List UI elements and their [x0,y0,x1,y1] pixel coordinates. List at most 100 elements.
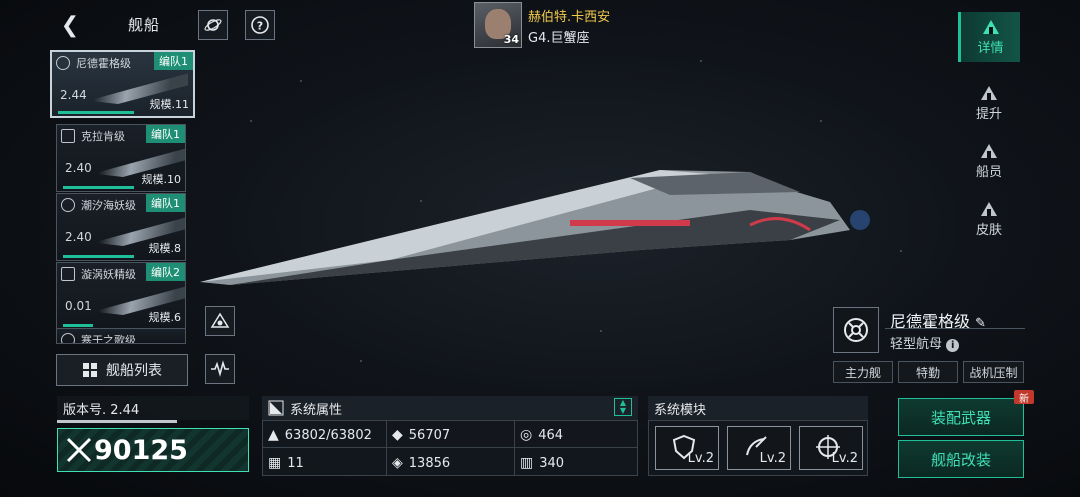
tab-label: 详情 [977,40,1004,56]
crosshair-icon [56,56,70,70]
svg-text:?: ? [257,20,263,33]
target-icon: ◈ [392,455,403,471]
attribute-item: ◎ 464 [520,422,563,448]
ship-list-label: 舰船列表 [106,363,162,379]
divider [263,447,637,448]
divider [386,421,387,475]
ship-card-scale: 规模.8 [148,242,182,255]
ship-card-progress [58,111,134,114]
ship-card-stat: 2.40 [65,161,92,175]
ship-card-progress [63,255,135,258]
tab-label: 皮肤 [975,222,1002,238]
attribute-item: ▥ 340 [520,450,564,476]
back-button[interactable]: ❮ [56,10,84,40]
attribute-value: 11 [287,455,304,471]
tab-details[interactable]: 详情 [958,12,1020,62]
armor-icon: ▲ [268,427,279,443]
page-title: 舰船 [128,16,161,34]
formation-button[interactable] [205,306,235,336]
ship-card[interactable]: 漩涡妖精级 编队2 0.01 规模.6 [56,262,186,330]
waveform-icon [211,360,229,377]
attribute-value: 63802/63802 [284,427,372,443]
upgrade-icon [981,85,997,100]
sort-toggle-button[interactable]: ▲ ▼ [614,398,632,416]
triangle-emblem-icon [210,312,230,328]
crosshair-emblem-icon [844,318,868,342]
equip-weapons-button[interactable]: 装配武器 [898,398,1024,436]
ship-card-stat: 2.44 [60,88,87,102]
skin-icon [981,201,997,216]
module-slot[interactable]: Lv.2 [799,426,863,470]
ship-modify-button[interactable]: 舰船改装 [898,440,1024,478]
info-icon[interactable]: i [946,339,960,352]
flame-icon [61,333,75,343]
ship-list-button[interactable]: 舰船列表 [56,354,188,386]
tab-label: 提升 [975,106,1002,122]
planet-button[interactable] [198,10,228,40]
combat-power: 90125 [57,428,249,472]
tab-skin[interactable]: 皮肤 [958,194,1020,244]
detail-icon [982,19,999,34]
attribute-item: ▲ 63802/63802 [268,422,372,448]
ship-card-name: 寒于之歌级 [81,334,136,344]
tab-label: 船员 [975,164,1002,180]
ship-card-stat: 2.40 [65,230,92,244]
ship-card-name: 克拉肯级 [81,130,125,143]
attributes-title: 系统属性 [290,402,343,418]
attribute-value: 464 [538,427,564,443]
commander-level: 34 [503,33,519,46]
module-level: Lv.2 [831,451,858,466]
flame-icon [61,198,75,212]
ship-render [200,170,870,285]
modules-header: 系统模块 [648,396,868,420]
module-slot[interactable]: Lv.2 [655,426,719,470]
new-badge: 新 [1014,390,1034,405]
ship-card-name: 尼德霍格级 [76,57,131,70]
attribute-value: 56707 [408,427,451,443]
help-button[interactable]: ? [245,10,275,40]
ship-card-scale: 规模.10 [141,173,182,186]
shield-icon: ◎ [520,427,533,443]
sort-icon: ▲ ▼ [619,398,627,415]
crosshair-icon [61,267,75,281]
crossed-swords-icon [66,437,92,463]
attributes-header: 系统属性 ▲ ▼ [262,396,638,420]
attribute-value: 13856 [408,455,451,471]
fleet-badge: 编队1 [146,125,185,143]
grid-icon [83,363,97,377]
module-slot[interactable]: Lv.2 [727,426,791,470]
firepower-icon: ◆ [392,427,403,443]
version-label: 版本号. 2.44 [57,396,249,420]
ship-card-name: 潮汐海妖级 [81,199,136,212]
fleet-badge: 编队1 [154,52,193,70]
attribute-value: 340 [539,455,565,471]
question-icon: ? [251,16,269,34]
wave-button[interactable] [205,354,235,384]
tab-crew[interactable]: 船员 [958,136,1020,186]
attribute-item: ◆ 56707 [392,422,450,448]
tag-main-ship: 主力舰 [833,361,893,383]
ship-card[interactable]: 寒于之歌级 [56,328,186,344]
module-level: Lv.2 [687,451,714,466]
ship-card[interactable]: 尼德霍格级 编队1 2.44 规模.11 [50,50,195,118]
attribute-item: ▦ 11 [268,450,304,476]
planet-icon [204,19,222,31]
ship-card-progress [63,324,93,327]
ship-card-stat: 0.01 [65,299,92,313]
tag-special: 特勤 [898,361,958,383]
divider [514,421,515,475]
module-level: Lv.2 [759,451,786,466]
ship-card[interactable]: 克拉肯级 编队1 2.40 规模.10 [56,124,186,192]
chevron-left-icon: ❮ [60,12,80,38]
speed-icon: ▥ [520,455,534,471]
fleet-badge: 编队1 [146,194,185,212]
tab-upgrade[interactable]: 提升 [958,78,1020,128]
tag-fighter-suppression: 战机压制 [963,361,1024,383]
commander-name: 赫伯特.卡西安 [528,10,611,25]
ship-card-name: 漩涡妖精级 [81,268,136,281]
ship-card[interactable]: 潮汐海妖级 编队1 2.40 规模.8 [56,193,186,261]
commander-avatar[interactable]: 34 [474,2,522,48]
attributes-icon [268,400,284,416]
attribute-item: ◈ 13856 [392,450,450,476]
fleet-badge: 编队2 [146,263,185,281]
